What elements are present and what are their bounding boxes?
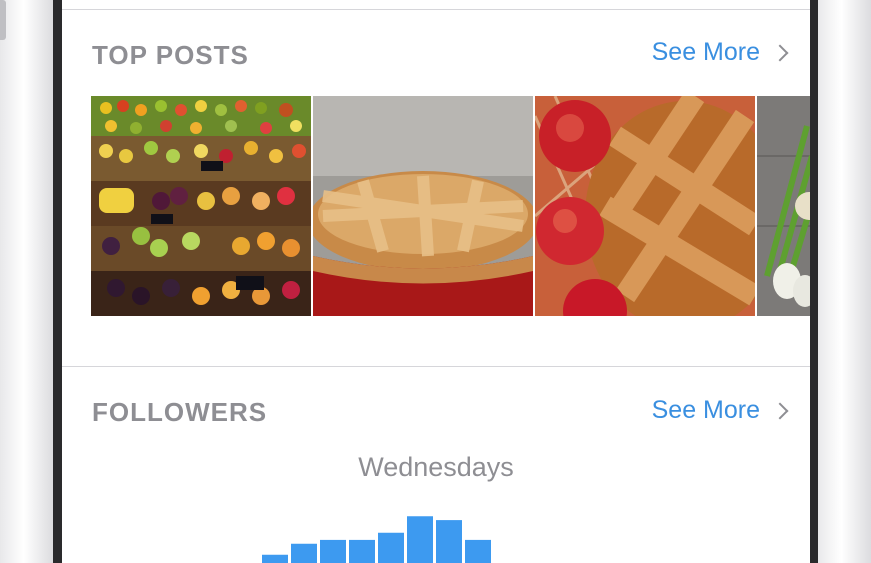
top-posts-see-more-button[interactable]: See More xyxy=(651,38,789,67)
see-more-label: See More xyxy=(651,38,760,66)
followers-see-more-button[interactable]: See More xyxy=(651,396,789,425)
followers-bar xyxy=(291,543,317,563)
device-bezel-right xyxy=(810,0,818,563)
see-more-label: See More xyxy=(651,396,760,424)
followers-title: FOLLOWERS xyxy=(92,397,268,427)
followers-bar xyxy=(262,554,288,563)
section-divider xyxy=(62,9,810,10)
followers-bar xyxy=(349,539,375,563)
device-frame-left xyxy=(0,0,53,563)
top-posts-photo-strip[interactable] xyxy=(91,96,810,316)
app-screen: TOP POSTS See More FOLLOWERS See More We… xyxy=(62,0,810,563)
followers-bar xyxy=(320,539,346,563)
device-bezel-left xyxy=(53,0,62,563)
market-produce-photo[interactable] xyxy=(91,96,311,316)
top-posts-title: TOP POSTS xyxy=(92,40,249,70)
followers-bar xyxy=(378,532,404,563)
lattice-pie-photo[interactable] xyxy=(313,96,533,316)
section-divider xyxy=(62,366,810,367)
chevron-right-icon xyxy=(771,44,789,62)
apple-pie-photo[interactable] xyxy=(535,96,755,316)
followers-chart-subtitle: Wednesdays xyxy=(358,452,514,482)
followers-bar-chart xyxy=(262,516,491,563)
device-frame-right xyxy=(817,0,871,563)
chevron-right-icon xyxy=(771,402,789,420)
green-onions-photo[interactable] xyxy=(757,96,810,316)
followers-bar xyxy=(436,520,462,563)
followers-bar xyxy=(407,516,433,563)
followers-bar xyxy=(465,539,491,563)
